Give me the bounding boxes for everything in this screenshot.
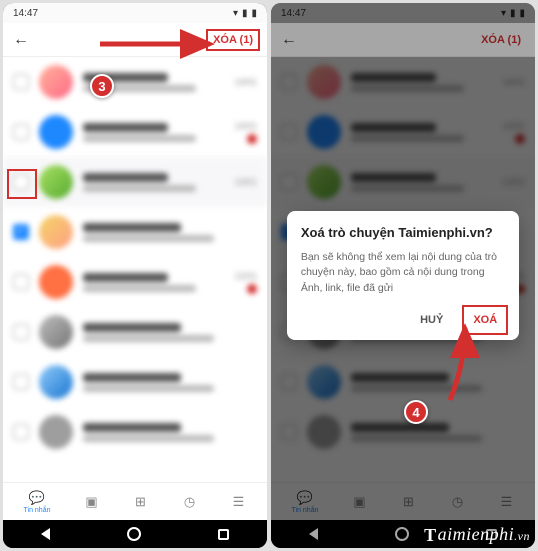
tab-messages[interactable]: 💬 Tin nhắn [24,490,51,514]
chat-checkbox[interactable] [13,124,29,140]
chat-date: 14/01 [234,121,257,131]
chat-checkbox[interactable] [13,74,29,90]
chat-date: 12/01 [234,271,257,281]
avatar [39,365,73,399]
chat-checkbox[interactable] [13,424,29,440]
delete-selected-button[interactable]: XÓA (1) [209,32,257,48]
chat-row[interactable]: 12/01 [3,257,267,307]
chat-row[interactable]: 14/01 [3,107,267,157]
avatar [39,115,73,149]
android-recents-icon[interactable] [218,529,229,540]
confirm-delete-button[interactable]: XOÁ [465,308,505,332]
android-home-icon[interactable] [127,527,141,541]
app-bar: ← XÓA (1) [3,23,267,57]
step-badge-3: 3 [90,74,114,98]
confirm-delete-dialog: Xoá trò chuyện Taimienphi.vn? Bạn sẽ khô… [287,211,519,340]
step-badge-4: 4 [404,400,428,424]
chat-row[interactable]: 13/01 [3,157,267,207]
status-time: 14:47 [13,8,38,19]
chat-checkbox[interactable] [13,324,29,340]
status-icons: ▾ ▮ ▮ [233,8,257,19]
chat-row[interactable]: 14/01 [3,57,267,107]
unread-badge [247,284,257,294]
chat-checkbox[interactable] [13,274,29,290]
unread-badge [247,134,257,144]
dialog-actions: HUỶ XOÁ [301,308,505,332]
bottom-nav: 💬 Tin nhắn ▣ ⊞ ◷ ☰ [3,482,267,520]
grid-icon: ⊞ [132,494,148,510]
avatar [39,165,73,199]
back-icon[interactable]: ← [13,31,29,49]
chat-row[interactable] [3,357,267,407]
chat-checkbox-checked[interactable] [13,224,29,240]
battery-icon: ▮ [251,8,257,19]
phone-left: 14:47 ▾ ▮ ▮ ← XÓA (1) 14/01 [3,3,267,548]
tab-contacts[interactable]: ▣ [83,494,99,510]
chat-row[interactable] [3,307,267,357]
dialog-overlay: Xoá trò chuyện Taimienphi.vn? Bạn sẽ khô… [271,3,535,548]
watermark: Taimienphi.vn [424,524,530,545]
dialog-body: Bạn sẽ không thể xem lại nội dung của tr… [301,250,505,296]
tab-timeline[interactable]: ◷ [181,494,197,510]
checkbox-highlight [7,169,37,199]
wifi-icon: ▾ [233,8,238,19]
chat-list: 14/01 14/01 13/01 [3,57,267,482]
clock-icon: ◷ [181,494,197,510]
chat-checkbox[interactable] [13,374,29,390]
tab-more[interactable]: ☰ [230,494,246,510]
watermark-tld: .vn [514,529,530,544]
contacts-icon: ▣ [83,494,99,510]
tab-label: Tin nhắn [24,507,51,514]
chat-row[interactable] [3,207,267,257]
dialog-title: Xoá trò chuyện Taimienphi.vn? [301,225,505,240]
tab-discover[interactable]: ⊞ [132,494,148,510]
phone-right: 14:47 ▾ ▮ ▮ ← XÓA (1) 14/01 14/01 13/01 … [271,3,535,548]
avatar [39,65,73,99]
chat-icon: 💬 [29,490,45,506]
avatar [39,265,73,299]
android-nav-bar [3,520,267,548]
watermark-name: aimienphi [438,524,515,545]
avatar [39,315,73,349]
watermark-t: T [424,525,437,546]
cancel-button[interactable]: HUỶ [412,308,451,332]
chat-row[interactable] [3,407,267,457]
chat-date: 14/01 [234,77,257,87]
chat-date: 13/01 [234,177,257,187]
person-icon: ☰ [230,494,246,510]
signal-icon: ▮ [242,8,248,19]
tutorial-stage: 14:47 ▾ ▮ ▮ ← XÓA (1) 14/01 [0,0,538,551]
android-back-icon[interactable] [41,528,50,540]
avatar [39,215,73,249]
avatar [39,415,73,449]
status-bar: 14:47 ▾ ▮ ▮ [3,3,267,23]
